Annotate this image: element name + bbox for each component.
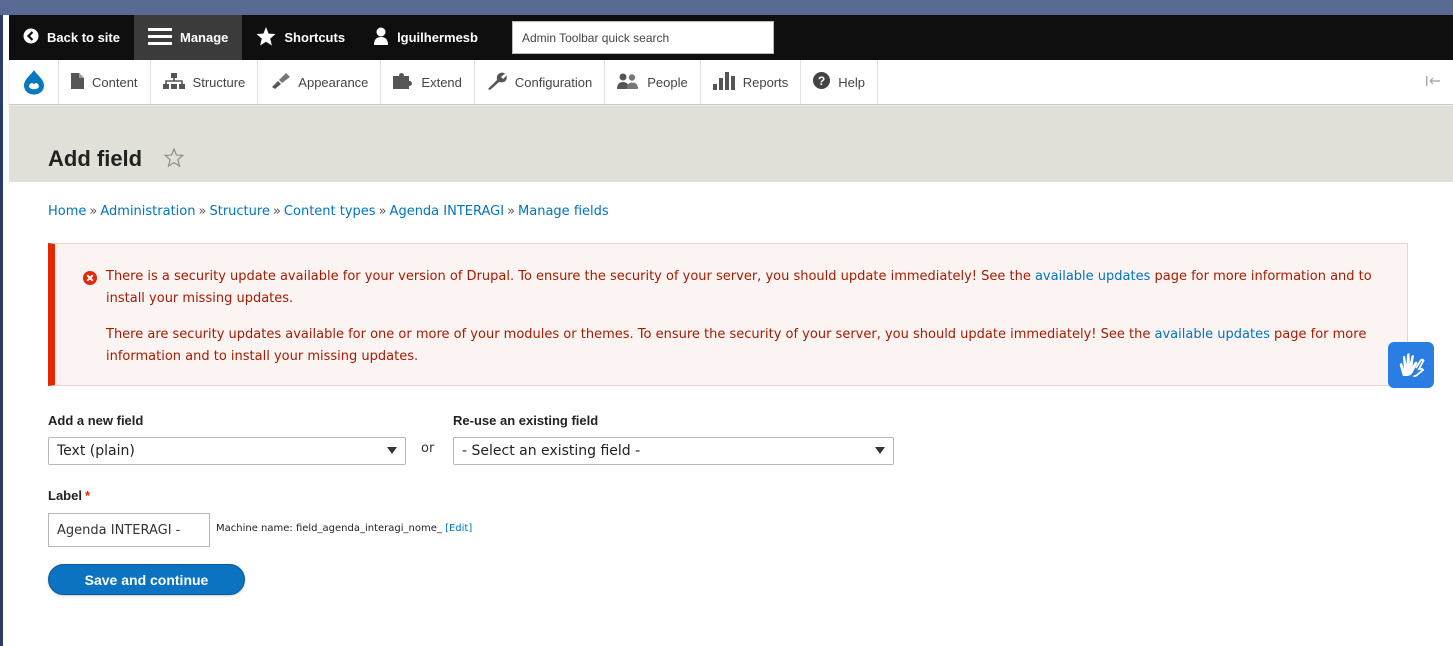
- error-text: There are security updates available for…: [106, 327, 1151, 342]
- breadcrumb-agenda-interagi[interactable]: Agenda INTERAGI: [390, 204, 505, 219]
- machine-name-text: Machine name: field_agenda_interagi_nome…: [216, 523, 442, 534]
- tray-item-reports[interactable]: Reports: [701, 60, 802, 104]
- error-text: There is a security update available for…: [106, 269, 1031, 284]
- window-edge: [0, 0, 3, 646]
- tray-item-label: Help: [838, 74, 865, 90]
- machine-name-edit-link[interactable]: [Edit]: [445, 523, 472, 534]
- tray-item-people[interactable]: People: [605, 60, 701, 104]
- breadcrumb-home[interactable]: Home: [48, 204, 86, 219]
- page-header: Add field: [9, 106, 1453, 182]
- puzzle-icon: [393, 72, 413, 92]
- available-updates-link[interactable]: available updates: [1035, 269, 1150, 284]
- breadcrumb-administration[interactable]: Administration: [100, 204, 195, 219]
- existing-field-value: - Select an existing field -: [462, 443, 641, 459]
- manage-label: Manage: [179, 30, 229, 45]
- tray-item-appearance[interactable]: Appearance: [258, 60, 382, 104]
- breadcrumb-content-types[interactable]: Content types: [284, 204, 376, 219]
- error-message-modules: There are security updates available for…: [106, 324, 1396, 368]
- paintbrush-icon: [270, 72, 291, 92]
- user-tab[interactable]: lguilhermesb: [359, 15, 492, 60]
- reuse-existing-field-label: Re-use an existing field: [453, 413, 599, 428]
- tray-item-label: Extend: [421, 74, 462, 90]
- error-message-core: There is a security update available for…: [106, 266, 1396, 310]
- back-to-site-link[interactable]: Back to site: [9, 15, 134, 60]
- breadcrumb-separator: »: [272, 204, 281, 219]
- admin-search-input[interactable]: [511, 21, 774, 54]
- shortcuts-tab[interactable]: Shortcuts: [242, 15, 359, 60]
- manage-tab[interactable]: Manage: [133, 15, 243, 60]
- accessibility-sign-language-button[interactable]: [1388, 342, 1434, 388]
- label-field-label: Label *: [48, 488, 90, 503]
- people-icon: [617, 73, 639, 92]
- machine-name: Machine name: field_agenda_interagi_nome…: [216, 523, 472, 534]
- tray-item-label: Structure: [192, 74, 246, 90]
- error-message-box: There is a security update available for…: [48, 243, 1408, 386]
- save-and-continue-button[interactable]: Save and continue: [48, 564, 245, 595]
- tray-item-help[interactable]: ? Help: [801, 60, 878, 104]
- collapse-arrow-icon: [1426, 75, 1440, 89]
- tray-item-configuration[interactable]: Configuration: [475, 60, 606, 104]
- back-to-site-label: Back to site: [47, 30, 120, 45]
- star-icon: [256, 26, 276, 49]
- required-mark: *: [84, 488, 91, 503]
- breadcrumb-separator: »: [198, 204, 207, 219]
- available-updates-link[interactable]: available updates: [1155, 327, 1270, 342]
- bar-chart-icon: [712, 71, 735, 93]
- structure-icon: [162, 72, 185, 92]
- admin-menu-tray: Content Structure Appearance Extend Conf…: [9, 60, 1453, 105]
- tray-item-extend[interactable]: Extend: [381, 60, 475, 104]
- wrench-icon: [487, 72, 507, 93]
- drupal-drop-icon: [23, 70, 44, 95]
- tray-orientation-toggle[interactable]: [1413, 60, 1453, 104]
- tray-item-label: Reports: [742, 74, 789, 90]
- tray-item-content[interactable]: Content: [59, 60, 151, 104]
- file-icon: [71, 72, 84, 92]
- or-separator: or: [421, 441, 435, 456]
- new-field-type-select[interactable]: Text (plain): [48, 437, 406, 465]
- breadcrumb: Home» Administration» Structure» Content ty…: [48, 204, 609, 219]
- shortcut-star-icon[interactable]: [163, 147, 185, 171]
- new-field-type-value: Text (plain): [57, 443, 135, 459]
- tray-item-label: Content: [92, 74, 138, 90]
- user-icon: [373, 27, 389, 48]
- breadcrumb-separator: »: [507, 204, 516, 219]
- shortcuts-label: Shortcuts: [284, 30, 346, 45]
- hands-icon: [1399, 353, 1425, 378]
- page-title: Add field: [48, 146, 143, 171]
- breadcrumb-structure[interactable]: Structure: [209, 204, 269, 219]
- search-wrap: [492, 15, 774, 60]
- tray-item-label: Appearance: [298, 74, 369, 90]
- chevron-down-icon: [387, 447, 397, 454]
- svg-text:?: ?: [818, 74, 825, 88]
- error-icon: [83, 271, 97, 293]
- label-text: Label: [48, 488, 82, 503]
- label-input[interactable]: [48, 513, 210, 547]
- chevron-down-icon: [875, 447, 885, 454]
- admin-toolbar: Back to site Manage Shortcuts lguilherme…: [9, 15, 1453, 60]
- existing-field-select[interactable]: - Select an existing field -: [453, 437, 894, 465]
- breadcrumb-separator: »: [378, 204, 387, 219]
- add-new-field-label: Add a new field: [48, 413, 144, 428]
- tray-item-label: People: [647, 74, 688, 90]
- tray-spacer: [878, 60, 1413, 104]
- help-icon: ?: [813, 72, 831, 92]
- hamburger-icon: [147, 27, 172, 48]
- window-top-strip: [0, 0, 1453, 15]
- tray-item-structure[interactable]: Structure: [151, 60, 259, 104]
- back-arrow-icon: [23, 28, 39, 47]
- breadcrumb-separator: »: [89, 204, 98, 219]
- breadcrumb-manage-fields[interactable]: Manage fields: [518, 204, 609, 219]
- drupal-logo[interactable]: [9, 60, 59, 104]
- user-label: lguilhermesb: [397, 30, 478, 45]
- tray-item-label: Configuration: [514, 74, 593, 90]
